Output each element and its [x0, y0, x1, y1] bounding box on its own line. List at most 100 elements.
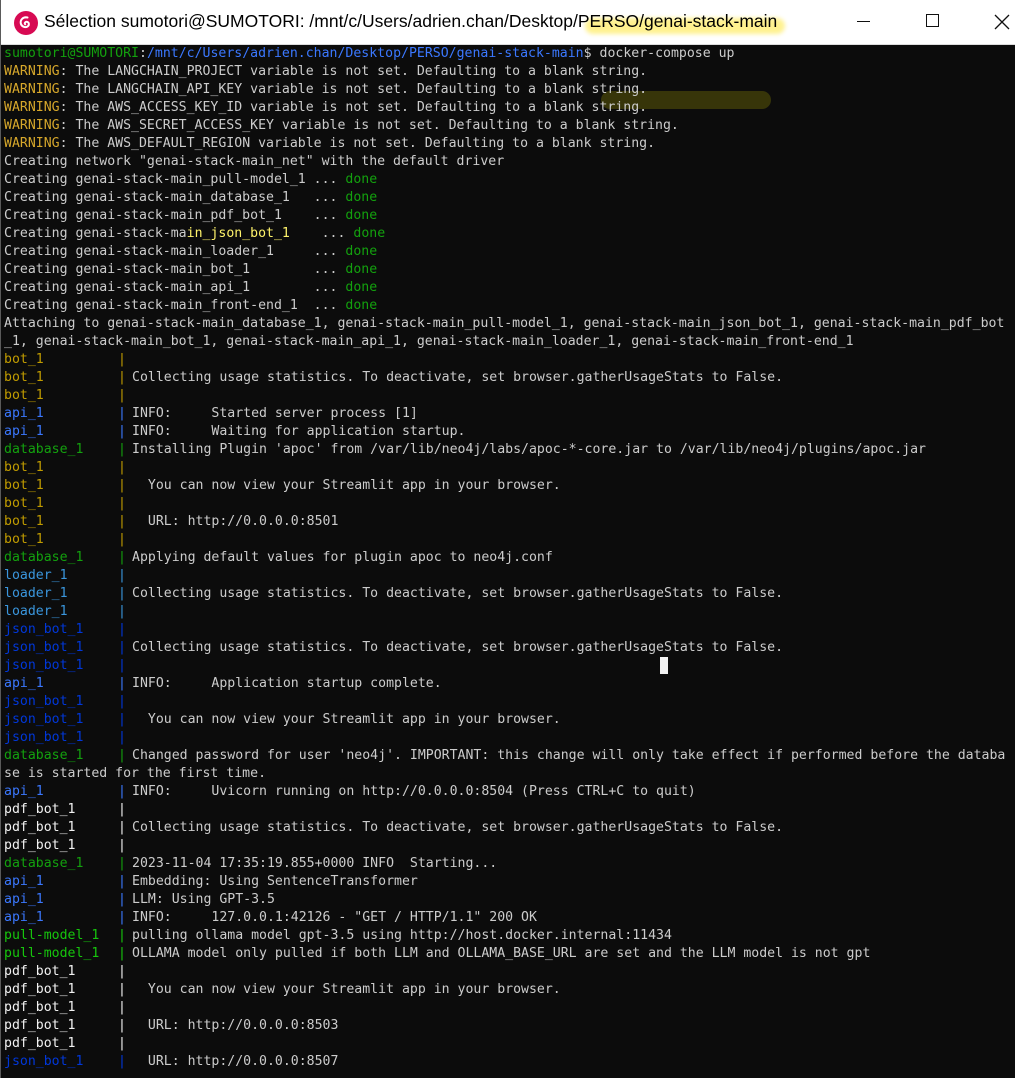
- log-line: pdf_bot_1 | Collecting usage statistics. T…: [4, 819, 783, 837]
- log-line: pdf_bot_1 |: [4, 801, 132, 819]
- log-message: Embedding: Using SentenceTransformer: [132, 874, 418, 889]
- log-separator: |: [118, 658, 126, 673]
- log-service-name: api_1: [4, 406, 44, 421]
- log-separator: |: [118, 514, 126, 529]
- log-separator: |: [118, 1054, 126, 1069]
- log-separator: |: [118, 964, 126, 979]
- creating-line: Creating genai-stack-main_loader_1 ... d…: [4, 243, 377, 261]
- done-status: done: [345, 244, 378, 259]
- warning-text: : The AWS_DEFAULT_REGION variable is not…: [59, 136, 656, 151]
- log-line: json_bot_1 | You can now view your Stream…: [4, 711, 561, 729]
- log-line: json_bot_1 |: [4, 693, 132, 711]
- log-separator: |: [118, 496, 126, 511]
- log-service-name: database_1: [4, 442, 84, 457]
- log-service-name: pdf_bot_1: [4, 1036, 76, 1051]
- log-line: bot_1 |: [4, 351, 132, 369]
- prompt-path: /mnt/c/Users/adrien.chan/Desktop/PERSO/g…: [146, 46, 584, 61]
- log-line: loader_1 | Collecting usage statistics. To…: [4, 585, 783, 603]
- log-service-name: api_1: [4, 676, 44, 691]
- log-line: pdf_bot_1 | You can now view your Streaml…: [4, 981, 561, 999]
- log-separator: |: [118, 802, 126, 817]
- creating-text: Creating genai-stack-main_pdf_bot_1 ...: [4, 208, 346, 223]
- log-message: You can now view your Streamlit app in y…: [132, 982, 561, 997]
- creating-text: Creating genai-stack-main_api_1 ...: [4, 280, 346, 295]
- log-separator: |: [118, 946, 126, 961]
- log-separator: |: [118, 928, 126, 943]
- log-service-name: bot_1: [4, 532, 44, 547]
- terminal-output[interactable]: sumotori@SUMOTORI:/mnt/c/Users/adrien.ch…: [4, 45, 1015, 1078]
- creating-text: ...: [289, 226, 354, 241]
- log-line: database_1 | Changed password for user 'ne…: [4, 747, 1005, 765]
- log-line: loader_1 |: [4, 567, 132, 585]
- log-service-name: bot_1: [4, 388, 44, 403]
- log-service-name: loader_1: [4, 586, 68, 601]
- log-service-name: bot_1: [4, 460, 44, 475]
- log-separator: |: [118, 982, 126, 997]
- title-bar[interactable]: Sélection sumotori@SUMOTORI: /mnt/c/User…: [1, 0, 1015, 45]
- prompt-symbol: $: [583, 46, 600, 61]
- log-message: INFO: Waiting for application startup.: [132, 424, 466, 439]
- log-message: 2023-11-04 17:35:19.855+0000 INFO Starti…: [132, 856, 498, 871]
- log-separator: |: [118, 892, 126, 907]
- creating-text: Creating genai-stack-main_bot_1 ...: [4, 262, 346, 277]
- window-title: Sélection sumotori@SUMOTORI: /mnt/c/User…: [44, 11, 778, 31]
- log-message: URL: http://0.0.0.0:8503: [132, 1018, 339, 1033]
- maximize-button[interactable]: [910, 0, 955, 45]
- warning-line: WARNING: The LANGCHAIN_API_KEY variable …: [4, 81, 647, 99]
- log-separator: |: [118, 640, 126, 655]
- warning-tag: WARNING: [4, 100, 60, 115]
- log-service-name: api_1: [4, 424, 44, 439]
- log-service-name: json_bot_1: [4, 658, 84, 673]
- log-line: pdf_bot_1 |: [4, 963, 132, 981]
- log-message: Applying default values for plugin apoc …: [132, 550, 553, 565]
- done-status: done: [345, 262, 378, 277]
- creating-line: Creating genai-stack-main_database_1 ...…: [4, 189, 377, 207]
- log-line: api_1 | INFO: Uvicorn running on http://0.…: [4, 783, 696, 801]
- log-line: api_1 | INFO: Started server process [1]: [4, 405, 418, 423]
- log-separator: |: [118, 676, 126, 691]
- log-line: pdf_bot_1 |: [4, 837, 132, 855]
- log-line: json_bot_1 |: [4, 657, 132, 675]
- log-line: pull-model_1 | OLLAMA model only pulled if…: [4, 945, 870, 963]
- log-message: You can now view your Streamlit app in y…: [132, 478, 561, 493]
- log-separator: |: [118, 442, 126, 457]
- log-service-name: database_1: [4, 856, 84, 871]
- log-line: loader_1 |: [4, 603, 132, 621]
- attaching-line: Attaching to genai-stack-main_database_1…: [4, 316, 1005, 331]
- log-message: URL: http://0.0.0.0:8507: [132, 1054, 339, 1069]
- creating-text: Creating genai-stack-main_front-end_1 ..…: [4, 298, 346, 313]
- warning-tag: WARNING: [4, 64, 60, 79]
- warning-line: WARNING: The AWS_DEFAULT_REGION variable…: [4, 135, 655, 153]
- log-separator: |: [118, 550, 126, 565]
- log-message: LLM: Using GPT-3.5: [132, 892, 275, 907]
- log-separator: |: [118, 712, 126, 727]
- log-line: api_1 | INFO: Application startup complete…: [4, 675, 442, 693]
- text-cursor: [660, 657, 668, 674]
- log-service-name: bot_1: [4, 370, 44, 385]
- log-separator: |: [118, 406, 126, 421]
- log-separator: |: [118, 568, 126, 583]
- log-message: se is started for the first time.: [4, 766, 267, 781]
- log-line: bot_1 |: [4, 531, 132, 549]
- warning-line: WARNING: The AWS_SECRET_ACCESS_KEY varia…: [4, 117, 679, 135]
- prompt-line: sumotori@SUMOTORI:/mnt/c/Users/adrien.ch…: [4, 45, 735, 63]
- prompt-command: docker-compose up: [599, 46, 735, 61]
- creating-text: Creating genai-stack-main_database_1 ...: [4, 190, 346, 205]
- log-message: You can now view your Streamlit app in y…: [132, 712, 561, 727]
- warning-tag: WARNING: [4, 118, 60, 133]
- log-service-name: pull-model_1: [4, 946, 100, 961]
- log-service-name: pdf_bot_1: [4, 982, 76, 997]
- log-line: bot_1 |: [4, 459, 132, 477]
- done-status: done: [345, 280, 378, 295]
- close-button[interactable]: [979, 0, 1015, 45]
- log-separator: |: [118, 856, 126, 871]
- log-line: bot_1 | URL: http://0.0.0.0:8501: [4, 513, 338, 531]
- warning-text: : The AWS_ACCESS_KEY_ID variable is not …: [59, 100, 648, 115]
- log-service-name: api_1: [4, 892, 44, 907]
- log-service-name: pdf_bot_1: [4, 838, 76, 853]
- minimize-button[interactable]: [841, 0, 886, 45]
- log-service-name: pdf_bot_1: [4, 964, 76, 979]
- log-separator: |: [118, 1018, 126, 1033]
- creating-text: Creating genai-stack-main_pull-model_1 .…: [4, 172, 346, 187]
- log-line: bot_1 |: [4, 495, 132, 513]
